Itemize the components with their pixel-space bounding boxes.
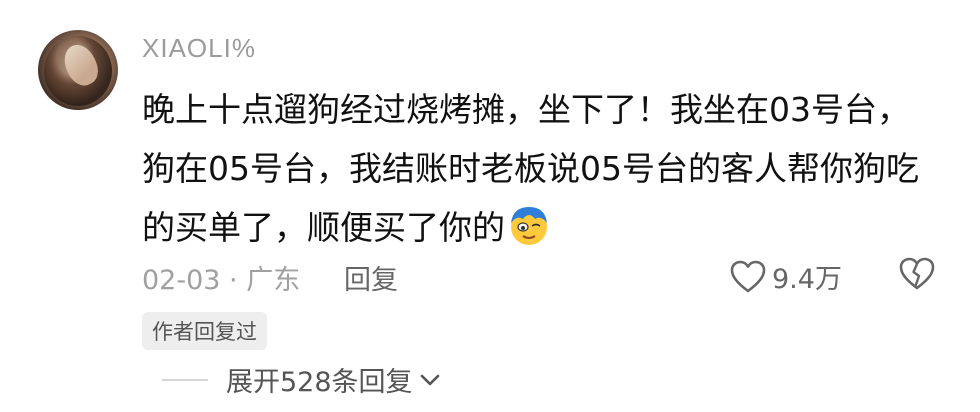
- expand-replies-button[interactable]: 展开528条回复: [162, 360, 443, 399]
- author-replied-badge: 作者回复过: [142, 312, 267, 350]
- chevron-down-icon: [420, 374, 439, 385]
- exhausted-face-emoji-icon: [511, 207, 547, 245]
- broken-heart-icon: [899, 257, 935, 290]
- comment-body: 晚上十点遛狗经过烧烤摊，坐下了！我坐在03号台，狗在05号台，我结账时老板说05…: [142, 80, 942, 257]
- comment-date-location: 02-03 · 广东: [142, 265, 301, 296]
- like-button[interactable]: 9.4万: [730, 257, 842, 296]
- heart-icon: [730, 260, 766, 292]
- reply-button[interactable]: 回复: [344, 258, 398, 297]
- expand-divider-line: [162, 378, 208, 381]
- expand-replies-label: 展开528条回复: [226, 367, 413, 398]
- avatar[interactable]: [38, 30, 118, 110]
- dislike-button[interactable]: [899, 257, 935, 295]
- username[interactable]: XIAOLI%: [142, 33, 256, 64]
- like-count: 9.4万: [772, 264, 842, 295]
